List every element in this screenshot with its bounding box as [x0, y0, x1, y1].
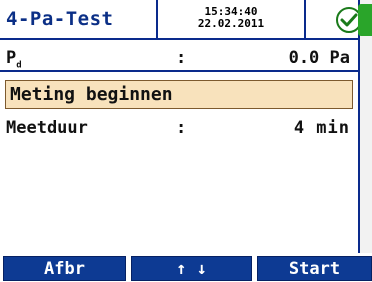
- cancel-button[interactable]: Afbr: [3, 256, 126, 281]
- menu-item-duration[interactable]: Meetduur : 4 min: [0, 114, 358, 142]
- device-screen: 4-Pa-Test 15:34:40 22.02.2011 Pd : 0.0 P…: [0, 0, 362, 281]
- clock-date: 22.02.2011: [197, 17, 265, 30]
- duration-separator: :: [176, 118, 187, 138]
- menu-item-start-measurement[interactable]: Meting beginnen: [5, 80, 353, 109]
- header-bar: 4-Pa-Test 15:34:40 22.02.2011: [0, 0, 362, 40]
- pressure-row: Pd : 0.0 Pa: [0, 44, 358, 72]
- page-title: 4-Pa-Test: [6, 8, 114, 30]
- start-button[interactable]: Start: [257, 256, 372, 281]
- pressure-symbol: Pd: [6, 48, 22, 71]
- clock-display: 15:34:40 22.02.2011: [156, 0, 306, 38]
- battery-icon: [358, 4, 372, 36]
- softkey-bar: Afbr ↑ ↓ Start: [0, 253, 372, 281]
- screen-right-border: [358, 0, 372, 281]
- pressure-separator: :: [176, 48, 187, 68]
- navigate-up-down-button[interactable]: ↑ ↓: [131, 256, 252, 281]
- duration-value: 4 min: [293, 118, 350, 138]
- pressure-value: 0.0 Pa: [288, 48, 350, 68]
- duration-label: Meetduur: [6, 118, 88, 138]
